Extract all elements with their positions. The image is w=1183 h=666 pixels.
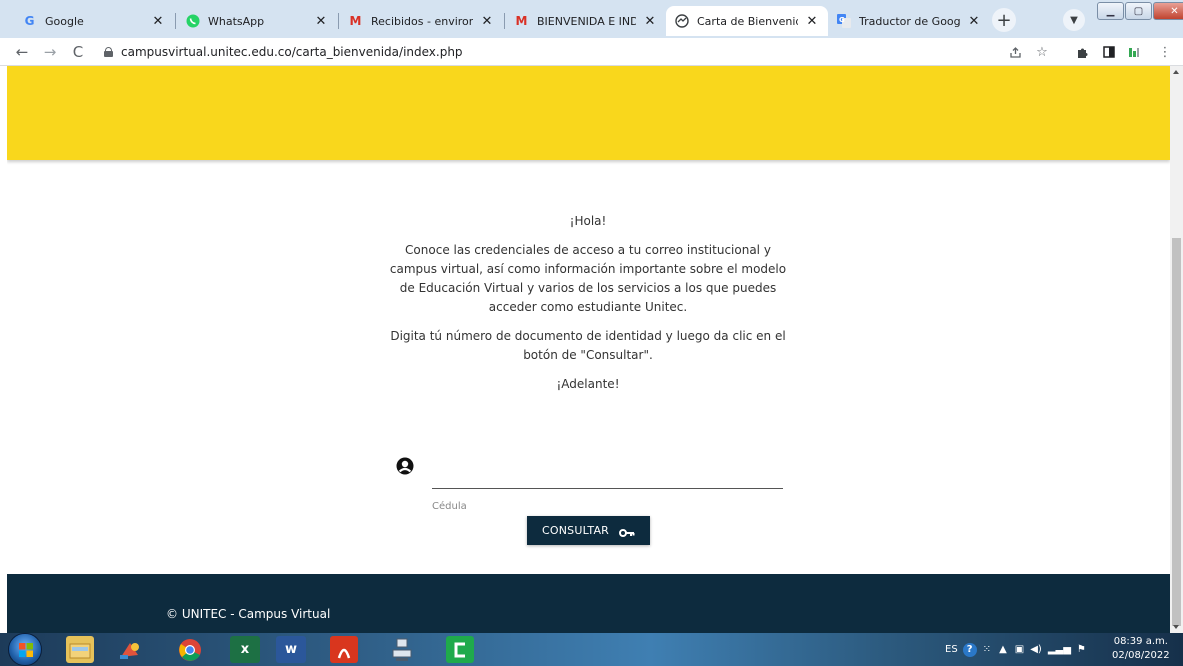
scrollbar-thumb[interactable]	[1172, 238, 1181, 626]
cedula-input[interactable]	[432, 461, 783, 489]
tab-separator	[338, 13, 339, 29]
tab-recibidos[interactable]: M Recibidos - environmen ✕	[340, 6, 503, 36]
power-icon[interactable]: ▣	[1015, 644, 1024, 655]
cedula-label: Cédula	[432, 501, 467, 512]
instruction-paragraph: Digita tú número de documento de identid…	[390, 329, 786, 362]
svg-text:G: G	[839, 16, 845, 24]
signal-icon[interactable]: ▂▃▅	[1048, 644, 1071, 655]
google-icon: G	[24, 14, 35, 28]
gmail-icon: M	[515, 14, 528, 28]
whatsapp-icon	[185, 14, 200, 29]
browser-toolbar: ← → C campusvirtual.unitec.edu.co/carta_…	[0, 38, 1183, 66]
consultar-button-label: CONSULTAR	[541, 524, 610, 537]
forward-arrow-icon[interactable]: →	[40, 42, 60, 62]
minimize-button[interactable]: ▁	[1097, 2, 1124, 20]
menu-kebab-icon[interactable]: ⋮	[1156, 43, 1174, 61]
tab-label: Recibidos - environmen	[371, 14, 473, 28]
consultar-button[interactable]: CONSULTAR	[527, 516, 650, 545]
extensions-puzzle-icon[interactable]	[1073, 43, 1091, 61]
clock-time: 08:39 a.m.	[1113, 636, 1168, 647]
show-hidden-icons-chevron-icon[interactable]: ▲	[999, 644, 1007, 655]
intro-paragraph: Conoce las credenciales de acceso a tu c…	[389, 243, 787, 314]
tab-separator	[175, 13, 176, 29]
side-panel-icon[interactable]	[1100, 43, 1118, 61]
greeting-text: ¡Hola!	[569, 214, 607, 228]
network-icon[interactable]	[388, 636, 416, 663]
header-banner	[7, 66, 1170, 160]
file-explorer-icon[interactable]	[66, 636, 94, 663]
globe-icon	[674, 14, 689, 29]
reload-icon[interactable]: C	[68, 42, 88, 62]
tab-bienvenida-induccion[interactable]: M BIENVENIDA E INDUCC ✕	[506, 6, 666, 36]
page-scrollbar[interactable]	[1170, 66, 1183, 633]
clock-date: 02/08/2022	[1112, 650, 1170, 661]
action-center-flag-icon[interactable]: ⚑	[1077, 644, 1086, 655]
tab-search-chevron-icon[interactable]: ▼	[1063, 9, 1085, 31]
page-footer: © UNITEC - Campus Virtual	[7, 574, 1170, 633]
browser-tab-strip: G Google ✕ WhatsApp ✕ M Recibidos - envi…	[0, 0, 1183, 38]
url-text: campusvirtual.unitec.edu.co/carta_bienve…	[121, 45, 463, 59]
taskbar-clock[interactable]: 08:39 a.m. 02/08/2022	[1112, 635, 1170, 663]
close-icon[interactable]: ✕	[804, 14, 820, 29]
start-button[interactable]	[8, 633, 42, 666]
close-icon[interactable]: ✕	[966, 14, 982, 29]
welcome-intro: ¡Hola! Conoce las credenciales de acceso…	[383, 212, 793, 404]
page-viewport: ¡Hola! Conoce las credenciales de acceso…	[7, 66, 1170, 633]
pen-icon[interactable]: ⁙	[983, 644, 991, 655]
camtasia-icon[interactable]	[446, 636, 474, 663]
windows-logo-icon	[19, 643, 33, 657]
system-tray: ES ? ⁙ ▲ ▣ ◀) ▂▃▅ ⚑	[945, 633, 1092, 666]
scroll-down-arrow-icon[interactable]	[1173, 625, 1179, 629]
close-icon[interactable]: ✕	[150, 14, 166, 29]
word-icon[interactable]: w	[276, 636, 306, 663]
translate-icon: G	[836, 14, 851, 29]
back-arrow-icon[interactable]: ←	[12, 42, 32, 62]
user-circle-icon	[396, 457, 414, 475]
help-icon[interactable]: ?	[962, 642, 977, 657]
tab-label: Carta de Bienvenida	[697, 14, 798, 28]
paint-icon[interactable]	[116, 636, 144, 663]
acrobat-icon[interactable]	[330, 636, 358, 663]
tab-label: WhatsApp	[208, 14, 265, 28]
new-tab-button[interactable]: +	[992, 8, 1016, 32]
chrome-icon[interactable]	[176, 636, 204, 663]
tab-traductor[interactable]: G Traductor de Google ✕	[828, 6, 990, 36]
close-icon[interactable]: ✕	[313, 14, 329, 29]
share-icon[interactable]	[1006, 43, 1024, 61]
tab-label: BIENVENIDA E INDUCC	[537, 14, 636, 28]
gmail-icon: M	[349, 14, 362, 28]
key-icon	[619, 527, 635, 537]
closing-text: ¡Adelante!	[556, 377, 620, 391]
address-bar[interactable]: campusvirtual.unitec.edu.co/carta_bienve…	[104, 41, 994, 63]
tab-carta-bienvenida[interactable]: Carta de Bienvenida ✕	[666, 6, 828, 36]
tab-label: Traductor de Google	[859, 14, 960, 28]
window-close-button[interactable]: ✕	[1153, 2, 1183, 20]
copyright-text: © UNITEC - Campus Virtual	[166, 607, 331, 621]
close-icon[interactable]: ✕	[479, 14, 495, 29]
scroll-up-arrow-icon[interactable]	[1173, 70, 1179, 74]
excel-icon[interactable]: x	[230, 636, 260, 663]
maximize-button[interactable]: ▢	[1125, 2, 1152, 20]
close-icon[interactable]: ✕	[642, 14, 658, 29]
tab-whatsapp[interactable]: WhatsApp ✕	[177, 6, 337, 36]
bookmark-star-icon[interactable]: ☆	[1033, 43, 1051, 61]
lock-icon	[104, 47, 113, 57]
tab-label: Google	[45, 14, 84, 28]
tab-separator	[504, 13, 505, 29]
volume-icon[interactable]: ◀)	[1030, 644, 1042, 655]
window-controls: ▁ ▢ ✕	[1097, 2, 1183, 20]
language-indicator[interactable]: ES	[945, 644, 958, 655]
extension-icon[interactable]	[1125, 43, 1143, 61]
tab-google[interactable]: G Google ✕	[14, 6, 174, 36]
